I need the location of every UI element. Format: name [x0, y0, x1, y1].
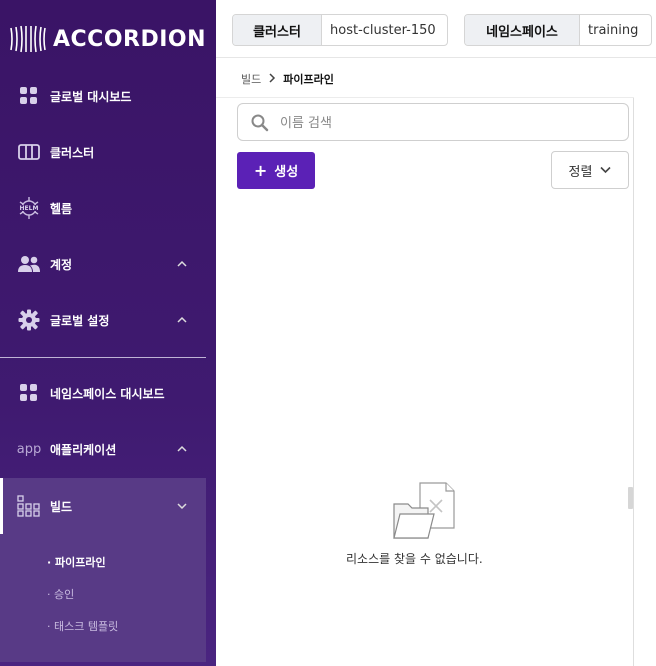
sidebar-item-label: 클러스터 — [50, 145, 95, 160]
empty-state-message: 리소스를 찾을 수 없습니다. — [346, 552, 483, 566]
search-input[interactable] — [280, 112, 610, 134]
breadcrumb: 빌드 파이프라인 — [241, 71, 334, 87]
breadcrumb-parent[interactable]: 빌드 — [241, 71, 261, 87]
chevron-down-icon — [600, 166, 612, 174]
chevron-up-icon[interactable] — [176, 258, 188, 270]
empty-folder-icon — [393, 482, 455, 539]
sidebar-subitem-pipeline[interactable]: · 파이프라인 — [47, 554, 106, 570]
create-button[interactable]: + 생성 — [237, 152, 315, 189]
chevron-up-icon[interactable] — [176, 314, 188, 326]
sidebar-subitem-approval[interactable]: · 승인 — [47, 586, 74, 602]
sidebar-item-helm[interactable]: HELM 헬름 — [0, 180, 206, 236]
sort-button-label: 정렬 — [568, 164, 593, 180]
build-icon — [17, 494, 41, 518]
panel-resize-handle[interactable] — [628, 487, 633, 509]
sidebar-item-account[interactable]: 계정 — [0, 236, 206, 292]
gear-icon — [17, 308, 41, 332]
plus-icon: + — [253, 161, 268, 180]
sidebar-item-global-settings[interactable]: 글로벌 설정 — [0, 292, 206, 348]
sidebar-item-label: 계정 — [50, 257, 73, 272]
sidebar-divider — [0, 357, 206, 358]
search-icon — [251, 114, 269, 132]
helm-icon: HELM — [17, 196, 41, 220]
sidebar-item-label: 빌드 — [50, 499, 73, 514]
sidebar-item-cluster[interactable]: 클러스터 — [0, 124, 206, 180]
app-logo-text: ACCORDION — [53, 26, 207, 52]
topbar-divider — [216, 57, 656, 58]
app-logo[interactable]: ACCORDION — [9, 22, 206, 56]
dashboard-icon — [17, 381, 41, 405]
chevron-up-icon[interactable] — [176, 443, 188, 455]
detail-panel-border — [633, 98, 634, 666]
sidebar-item-global-dashboard[interactable]: 글로벌 대시보드 — [0, 68, 206, 124]
users-icon — [17, 252, 41, 276]
sidebar-item-build[interactable]: 빌드 — [0, 478, 206, 534]
search-box — [237, 103, 629, 141]
svg-text:HELM: HELM — [20, 205, 39, 212]
sidebar-item-label: 글로벌 대시보드 — [50, 89, 132, 104]
sidebar: ACCORDION 글로벌 대시보드 클러스터 HELM 헬름 계정 글로벌 설… — [0, 0, 216, 666]
dashboard-icon — [17, 84, 41, 108]
namespace-selector-label: 네임스페이스 — [465, 15, 580, 45]
namespace-selector-value: training — [588, 22, 639, 38]
app-icon: app — [16, 441, 42, 457]
sidebar-item-label: 애플리케이션 — [50, 442, 117, 457]
cluster-selector-value: host-cluster-150 — [330, 22, 436, 38]
sidebar-item-label: 글로벌 설정 — [50, 313, 110, 328]
chevron-down-icon[interactable] — [176, 500, 188, 512]
sidebar-subitem-task-template[interactable]: · 태스크 템플릿 — [47, 618, 118, 634]
cluster-icon — [17, 140, 41, 164]
namespace-selector[interactable]: 네임스페이스 training — [464, 14, 652, 46]
sort-button[interactable]: 정렬 — [551, 151, 629, 189]
sidebar-item-application[interactable]: app 애플리케이션 — [0, 421, 206, 477]
accordion-logo-icon — [10, 25, 46, 53]
cluster-selector[interactable]: 클러스터 host-cluster-150 — [232, 14, 448, 46]
sidebar-item-label: 헬름 — [50, 201, 73, 216]
chevron-right-icon — [268, 72, 276, 86]
sidebar-item-namespace-dashboard[interactable]: 네임스페이스 대시보드 — [0, 365, 206, 421]
breadcrumb-current: 파이프라인 — [283, 73, 334, 86]
breadcrumb-divider — [216, 97, 634, 98]
cluster-selector-label: 클러스터 — [233, 15, 322, 45]
sidebar-item-label: 네임스페이스 대시보드 — [50, 386, 165, 401]
create-button-label: 생성 — [274, 165, 299, 180]
